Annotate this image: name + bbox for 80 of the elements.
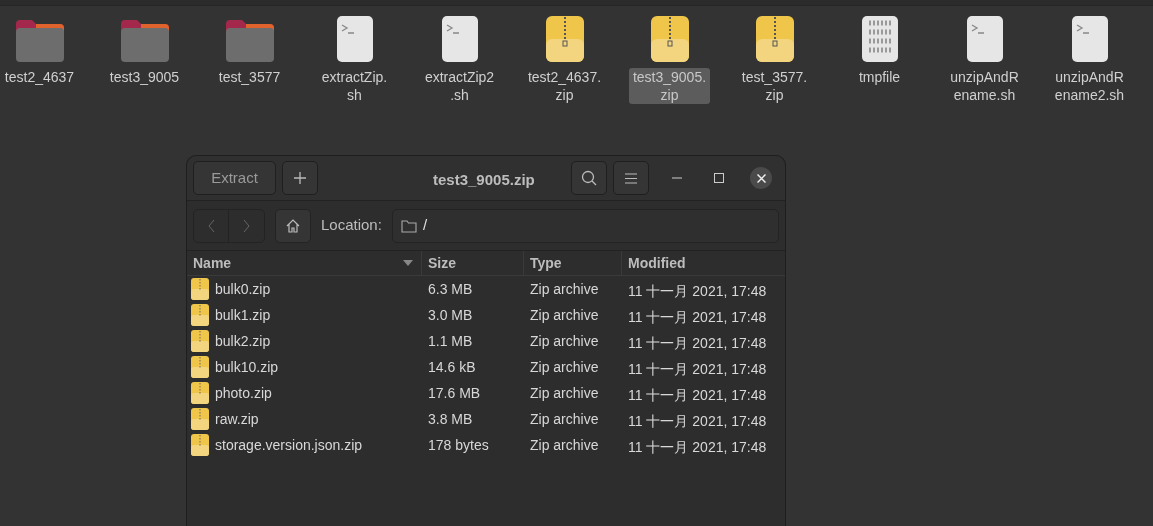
file-type: Zip archive — [530, 305, 599, 325]
menu-button[interactable] — [613, 161, 649, 195]
file-type: Zip archive — [530, 331, 599, 351]
add-button[interactable] — [282, 161, 318, 195]
file-label[interactable]: test_3577 — [214, 68, 285, 86]
zip-file-icon — [191, 330, 209, 352]
zip-file-icon — [191, 408, 209, 430]
file-label[interactable]: test2_4637. zip — [523, 68, 606, 104]
file-size: 17.6 MB — [428, 383, 481, 403]
file-name: bulk2.zip — [215, 331, 271, 351]
zip-file-icon — [191, 304, 209, 326]
maximize-icon — [714, 173, 724, 183]
folder-icon — [225, 20, 274, 62]
file-label[interactable]: test_3577. zip — [737, 68, 812, 104]
file-name: bulk10.zip — [215, 357, 279, 377]
file-label[interactable]: test3_9005 — [105, 68, 184, 86]
file-size: 14.6 kB — [428, 357, 476, 377]
folder-icon — [120, 20, 169, 62]
home-icon — [285, 217, 301, 234]
close-button[interactable] — [750, 167, 772, 189]
file-type: Zip archive — [530, 435, 599, 455]
binary-file-icon — [861, 16, 898, 62]
file-size: 178 bytes — [428, 435, 489, 455]
zip-file-icon — [191, 382, 209, 404]
terminal-file-icon — [1071, 16, 1108, 62]
home-button[interactable] — [275, 208, 311, 243]
minimize-icon — [672, 177, 682, 179]
column-header[interactable]: Modified — [628, 252, 686, 274]
modified-date: 11 十一月 2021, 17:48 — [628, 333, 767, 353]
zip-file-icon — [755, 16, 794, 62]
zip-file-icon — [545, 16, 584, 62]
modified-date: 11 十一月 2021, 17:48 — [628, 307, 767, 327]
file-size: 3.8 MB — [428, 409, 473, 429]
file-label[interactable]: unzipAndR ename2.sh — [1050, 68, 1129, 104]
file-label[interactable]: unzipAndR ename.sh — [946, 68, 1023, 104]
search-icon — [581, 170, 597, 186]
terminal-file-icon — [441, 16, 478, 62]
modified-date: 11 十一月 2021, 17:48 — [628, 411, 767, 431]
file-label[interactable]: test2_4637 — [0, 68, 79, 86]
zip-file-icon — [191, 434, 209, 456]
folder-icon — [400, 218, 417, 233]
modified-date: 11 十一月 2021, 17:48 — [628, 385, 767, 405]
menu-icon — [625, 172, 637, 184]
file-name: bulk1.zip — [215, 305, 271, 325]
file-name: raw.zip — [215, 409, 259, 429]
file-size: 3.0 MB — [428, 305, 473, 325]
zip-file-icon — [650, 16, 689, 62]
file-label[interactable]: extractZip. sh — [317, 68, 392, 104]
plus-icon — [293, 171, 307, 185]
terminal-file-icon — [336, 16, 373, 62]
file-type: Zip archive — [530, 357, 599, 377]
modified-date: 11 十一月 2021, 17:48 — [628, 359, 767, 379]
column-header[interactable]: Name — [193, 252, 232, 274]
column-header[interactable]: Size — [428, 252, 456, 274]
close-icon — [756, 173, 766, 183]
file-label[interactable]: test3_9005. zip — [628, 68, 711, 104]
column-header[interactable]: Type — [530, 252, 562, 274]
file-label[interactable]: extractZip2 .sh — [420, 68, 499, 104]
file-size: 1.1 MB — [428, 331, 473, 351]
terminal-file-icon — [966, 16, 1003, 62]
location-label: Location: — [321, 215, 382, 236]
extract-button[interactable]: Extract — [193, 161, 276, 195]
file-name: photo.zip — [215, 383, 272, 403]
file-name: bulk0.zip — [215, 279, 271, 299]
window-title: test3_9005.zip — [433, 170, 535, 190]
modified-date: 11 十一月 2021, 17:48 — [628, 281, 767, 301]
file-type: Zip archive — [530, 409, 599, 429]
file-label[interactable]: tmpfile — [854, 68, 905, 86]
file-type: Zip archive — [530, 383, 599, 403]
file-name: storage.version.json.zip — [215, 435, 363, 455]
forward-icon — [243, 218, 250, 233]
file-size: 6.3 MB — [428, 279, 473, 299]
modified-date: 11 十一月 2021, 17:48 — [628, 437, 767, 457]
back-icon — [207, 218, 215, 233]
folder-icon — [15, 20, 64, 62]
file-type: Zip archive — [530, 279, 599, 299]
zip-file-icon — [191, 278, 209, 300]
search-button[interactable] — [571, 161, 607, 195]
zip-file-icon — [191, 356, 209, 378]
location-field[interactable]: / — [391, 208, 779, 243]
